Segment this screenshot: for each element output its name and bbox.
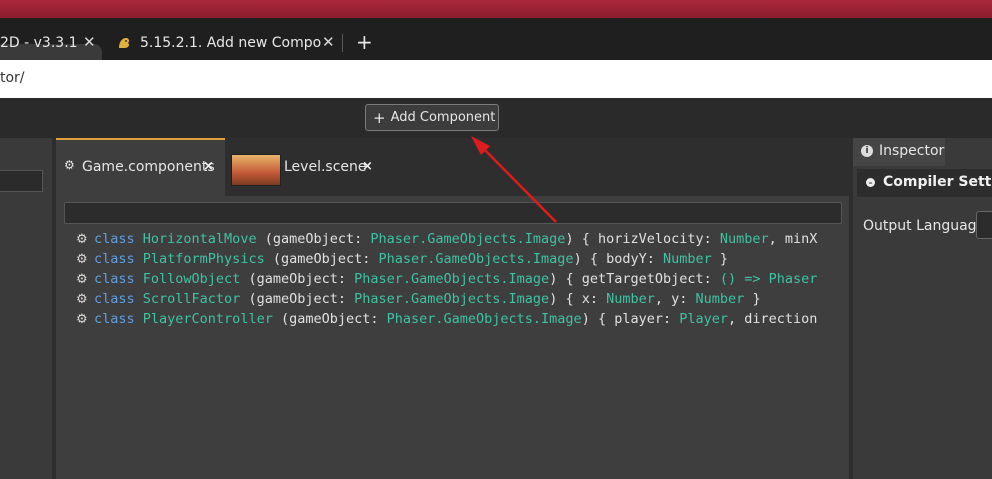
add-component-label: Add Component	[390, 110, 496, 125]
component-icon: ⚙	[76, 312, 88, 327]
tab-label[interactable]: Level.scene	[284, 159, 367, 175]
browser-tab-title[interactable]: 2D - v3.3.1	[0, 35, 78, 51]
component-line[interactable]: class FollowObject (gameObject: Phaser.G…	[94, 271, 817, 287]
scene-thumbnail	[231, 154, 281, 186]
tab-close-icon[interactable]: ×	[203, 159, 214, 174]
component-line[interactable]: class HorizontalMove (gameObject: Phaser…	[94, 231, 817, 247]
component-icon: ⚙	[64, 158, 75, 172]
collapse-icon[interactable]: –	[866, 178, 875, 187]
components-editor: ⚙ class HorizontalMove (gameObject: Phas…	[56, 196, 849, 479]
component-icon: ⚙	[76, 232, 88, 247]
left-panel	[0, 138, 52, 479]
left-filter-input[interactable]	[0, 170, 43, 192]
section-title: Compiler Setting	[883, 174, 992, 190]
component-icon: ⚙	[76, 272, 88, 287]
os-title-bar	[0, 0, 992, 18]
plus-icon: +	[373, 108, 386, 127]
new-tab-button[interactable]: +	[356, 30, 373, 54]
inspector-tab-label: Inspector	[879, 143, 945, 159]
tab-close-icon[interactable]: ×	[362, 159, 373, 174]
address-bar[interactable]: tor/	[0, 60, 992, 99]
tab-separator	[342, 34, 343, 52]
tab-favicon-icon	[119, 38, 130, 48]
url-text[interactable]: tor/	[0, 70, 25, 86]
compiler-settings-section[interactable]: – Compiler Setting	[857, 169, 992, 197]
component-icon: ⚙	[76, 292, 88, 307]
component-line[interactable]: class PlayerController (gameObject: Phas…	[94, 311, 817, 327]
main-toolbar: + Add Component	[0, 98, 992, 138]
output-language-select[interactable]	[976, 211, 992, 239]
tab-close-icon[interactable]: ✕	[322, 33, 335, 51]
component-line[interactable]: class PlatformPhysics (gameObject: Phase…	[94, 251, 728, 267]
component-icon: ⚙	[76, 252, 88, 267]
output-language-label: Output Language	[863, 218, 986, 234]
component-line[interactable]: class ScrollFactor (gameObject: Phaser.G…	[94, 291, 761, 307]
info-icon: i	[861, 145, 873, 157]
tab-inspector[interactable]: i Inspector	[853, 138, 945, 166]
browser-tab-title[interactable]: 5.15.2.1. Add new Compo	[140, 35, 321, 51]
add-component-button[interactable]: + Add Component	[365, 104, 499, 131]
inspector-panel: i Inspector – Compiler Setting Output La…	[853, 138, 992, 479]
tab-close-icon[interactable]: ✕	[83, 33, 96, 51]
filter-input[interactable]	[64, 202, 842, 224]
tab-label[interactable]: Game.components	[82, 159, 215, 175]
editor-app: + Add Component ⚙ Game.components × Leve…	[0, 98, 992, 479]
editor-tab-bar: ⚙ Game.components × Level.scene ×	[56, 138, 849, 198]
